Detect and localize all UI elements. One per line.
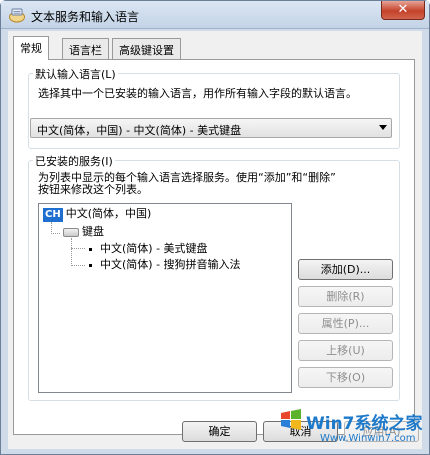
language-code-badge: CH [43,208,63,222]
default-language-group-label: 默认输入语言(L) [33,66,118,82]
watermark-url: Www.Winwin7.com [320,433,416,444]
installed-services-tree[interactable]: CH 中文(简体，中国) 键盘 中文(简体) - 美式键盘 中文(简体) - 搜狗… [38,203,292,393]
close-icon: ✕ [397,2,409,17]
ok-button[interactable]: 确定 [182,421,257,442]
tree-item-keyboard-label: 键盘 [82,225,104,238]
tab-general[interactable]: 常规 [13,36,49,60]
tab-language-bar-label: 语言栏 [69,44,102,57]
installed-services-group-label: 已安装的服务(I) [33,153,115,169]
title-bar[interactable]: 文本服务和输入语言 ✕ [1,1,429,29]
window-title: 文本服务和输入语言 [31,10,140,24]
tree-connector [71,265,85,266]
default-language-description: 选择其中一个已安装的输入语言，用作所有输入字段的默认语言。 [38,87,357,100]
tree-item-service-label: 中文(简体) - 美式键盘 [100,242,208,255]
tab-language-bar[interactable]: 语言栏 [62,38,109,59]
close-button[interactable]: ✕ [381,1,425,20]
chevron-down-icon [379,125,387,130]
bullet-icon [89,247,92,251]
installed-services-description-line2: 按钮来修改这个列表。 [38,183,148,196]
default-language-selected: 中文(简体，中国) - 中文(简体) - 美式键盘 [37,124,242,137]
tree-item-language[interactable]: CH 中文(简体，中国) [43,207,151,222]
tree-connector [71,238,72,266]
tab-general-label: 常规 [20,42,42,55]
tree-item-language-label: 中文(简体，中国) [65,207,152,220]
watermark: Win7系统之家 Www.Winwin7.com [278,405,430,455]
tree-item-service[interactable]: 中文(简体) - 美式键盘 [89,242,208,256]
tree-connector [51,233,60,234]
keyboard-icon [63,227,79,237]
remove-button[interactable]: 删除(R) [298,286,393,307]
properties-button[interactable]: 属性(P)... [298,313,393,334]
keyboard-globe-icon [9,8,25,23]
tree-item-service[interactable]: 中文(简体) - 搜狗拼音输入法 [89,258,241,272]
tab-advanced-key-settings-label: 高级键设置 [119,44,174,57]
default-language-select[interactable]: 中文(简体，中国) - 中文(简体) - 美式键盘 [30,118,392,138]
move-up-button[interactable]: 上移(U) [298,340,393,361]
tree-item-keyboard-category[interactable]: 键盘 [63,225,104,239]
add-button[interactable]: 添加(D)... [298,259,393,280]
watermark-brand: Win7系统之家 [306,414,423,434]
move-down-button[interactable]: 下移(O) [298,367,393,388]
windows-logo-icon [281,409,301,430]
tree-item-service-label: 中文(简体) - 搜狗拼音输入法 [100,258,241,271]
bullet-icon [89,263,92,267]
tree-connector [71,248,85,249]
tab-advanced-key-settings[interactable]: 高级键设置 [112,38,181,59]
